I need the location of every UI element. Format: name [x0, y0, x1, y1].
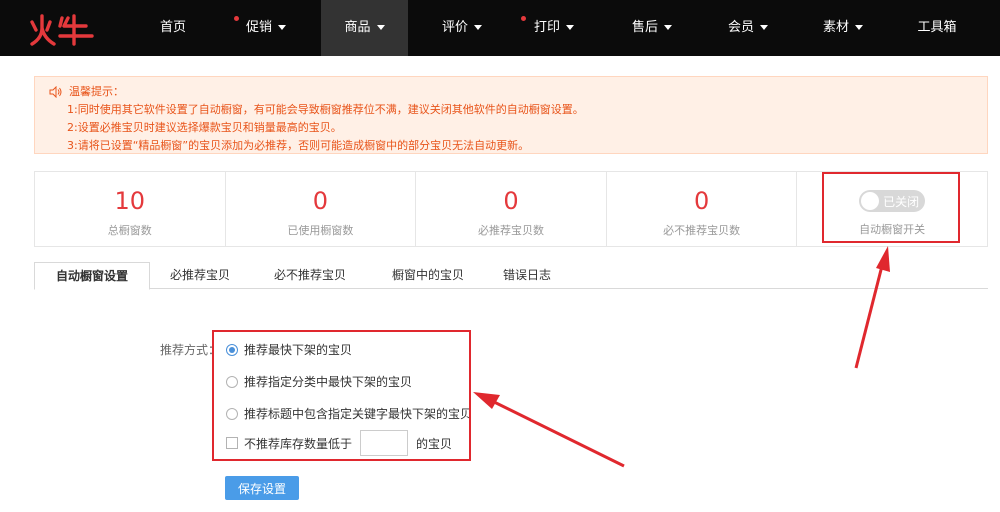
- arrow-to-options-icon: [473, 392, 625, 468]
- arrow-to-switch-icon: [854, 246, 890, 369]
- annotation-arrows: [473, 246, 890, 468]
